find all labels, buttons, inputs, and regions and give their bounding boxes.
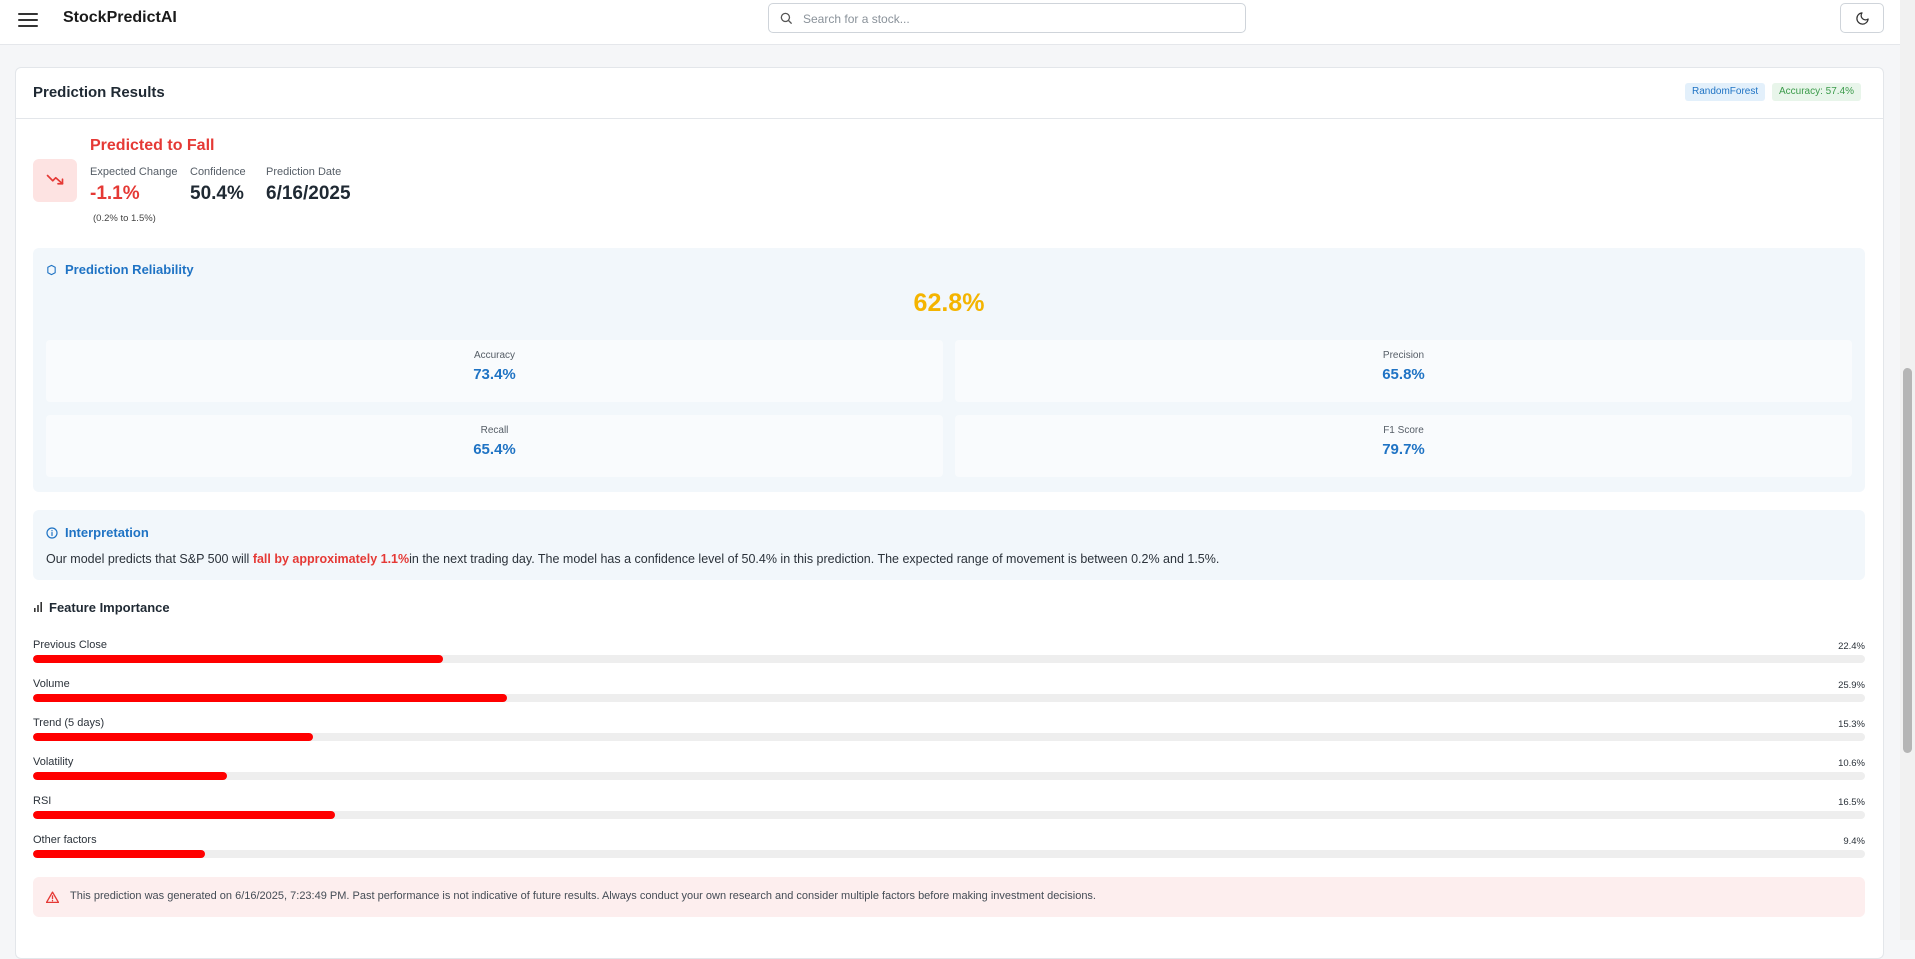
disclaimer-text: This prediction was generated on 6/16/20…	[70, 890, 1096, 902]
scrollbar-thumb[interactable]	[1903, 368, 1912, 753]
page-scrollbar[interactable]	[1900, 0, 1915, 940]
metric-value: 65.4%	[473, 441, 516, 458]
metric-label: Recall	[480, 425, 509, 436]
feature-percentage: 9.4%	[1843, 836, 1865, 847]
reliability-score: 62.8%	[913, 289, 985, 317]
interpretation-text: Our model predicts that S&P 500 will fal…	[46, 552, 1219, 566]
feature-name: Volume	[33, 678, 70, 690]
feature-name: Other factors	[33, 834, 97, 846]
metric-value: 65.8%	[1382, 366, 1425, 383]
feature-percentage: 10.6%	[1838, 758, 1865, 769]
feature-row: Trend (5 days) 15.3%	[33, 717, 1865, 747]
feature-row: Previous Close 22.4%	[33, 639, 1865, 669]
metric-value: 73.4%	[473, 366, 516, 383]
metric-recall: Recall 65.4%	[46, 415, 943, 477]
interpretation-text-end: in the next trading day. The model has a…	[409, 552, 1220, 566]
info-icon	[46, 527, 58, 539]
feature-percentage: 22.4%	[1838, 641, 1865, 652]
top-navbar: StockPredictAI	[0, 0, 1900, 45]
feature-bar-fill	[33, 655, 443, 663]
feature-bar-track	[33, 733, 1865, 741]
metric-accuracy: Accuracy 73.4%	[46, 340, 943, 402]
app-title[interactable]: StockPredictAI	[63, 9, 177, 27]
prediction-date-label: Prediction Date	[266, 166, 342, 178]
card-header: Prediction Results RandomForest Accuracy…	[16, 68, 1883, 119]
prediction-direction: Predicted to Fall	[90, 137, 215, 154]
feature-bar-fill	[33, 733, 313, 741]
feature-bar-fill	[33, 811, 335, 819]
bar-chart-icon	[34, 602, 42, 612]
prediction-date-value: 6/16/2025	[266, 183, 351, 204]
search-box[interactable]	[768, 3, 1246, 33]
search-input[interactable]	[801, 8, 1235, 30]
metric-label: F1 Score	[1383, 425, 1424, 436]
card-title: Prediction Results	[33, 84, 165, 101]
accuracy-badge: Accuracy: 57.4%	[1772, 83, 1862, 101]
alert-triangle-icon	[46, 891, 59, 903]
trending-down-icon	[46, 174, 64, 185]
feature-bar-track	[33, 850, 1865, 858]
feature-bar-track	[33, 811, 1865, 819]
feature-row: Other factors 9.4%	[33, 834, 1865, 864]
feature-importance-title: Feature Importance	[49, 600, 170, 615]
menu-icon[interactable]	[18, 10, 38, 28]
metric-f1-score: F1 Score 79.7%	[955, 415, 1852, 477]
feature-bar-track	[33, 772, 1865, 780]
feature-row: Volume 25.9%	[33, 678, 1865, 708]
shield-icon	[47, 264, 56, 276]
metric-label: Precision	[1382, 350, 1425, 361]
disclaimer-banner: This prediction was generated on 6/16/20…	[33, 877, 1865, 917]
feature-bar-fill	[33, 772, 227, 780]
model-badge: RandomForest	[1685, 83, 1766, 101]
feature-percentage: 15.3%	[1838, 719, 1865, 730]
theme-toggle-button[interactable]	[1840, 3, 1884, 33]
metric-precision: Precision 65.8%	[955, 340, 1852, 402]
reliability-title: Prediction Reliability	[65, 262, 194, 277]
feature-percentage: 16.5%	[1838, 797, 1865, 808]
metric-value: 79.7%	[1382, 441, 1425, 458]
interpretation-title: Interpretation	[65, 525, 149, 540]
feature-name: Volatility	[33, 756, 74, 768]
prediction-results-card: Prediction Results RandomForest Accuracy…	[15, 67, 1884, 959]
expected-change-value: -1.1%	[90, 183, 140, 204]
search-icon	[780, 12, 792, 24]
feature-name: RSI	[33, 795, 52, 807]
confidence-value: 50.4%	[190, 183, 244, 204]
interpretation-highlight: fall by approximately 1.1%	[252, 552, 410, 566]
feature-name: Trend (5 days)	[33, 717, 105, 729]
feature-percentage: 25.9%	[1838, 680, 1865, 691]
feature-name: Previous Close	[33, 639, 107, 651]
feature-bar-fill	[33, 694, 507, 702]
feature-bar-fill	[33, 850, 205, 858]
feature-row: Volatility 10.6%	[33, 756, 1865, 786]
feature-bar-track	[33, 694, 1865, 702]
metric-label: Accuracy	[473, 350, 516, 361]
interpretation-text-start: Our model predicts that S&P 500 will	[46, 552, 253, 566]
interpretation-panel: Interpretation Our model predicts that S…	[33, 510, 1865, 580]
feature-bar-track	[33, 655, 1865, 663]
confidence-label: Confidence	[190, 166, 246, 178]
moon-icon	[1856, 12, 1869, 25]
feature-row: RSI 16.5%	[33, 795, 1865, 825]
expected-change-label: Expected Change	[90, 166, 178, 178]
trend-indicator	[33, 159, 77, 202]
expected-range: (0.2% to 1.5%)	[93, 213, 156, 224]
reliability-panel: Prediction Reliability 62.8% Accuracy 73…	[33, 248, 1865, 492]
